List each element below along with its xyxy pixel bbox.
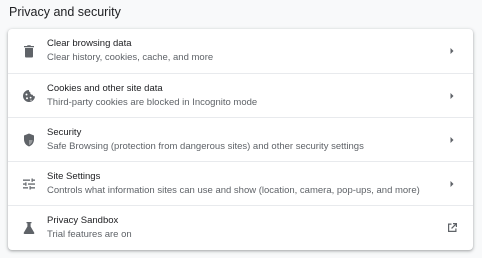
row-label: Security — [47, 127, 82, 138]
chevron-right-icon[interactable] — [448, 91, 456, 101]
cookies-site-data-row[interactable]: Cookies and other site data Third-party … — [8, 73, 473, 117]
row-label: Cookies and other site data — [47, 83, 163, 94]
row-label: Privacy Sandbox — [47, 215, 119, 226]
shield-icon — [21, 132, 37, 148]
trash-icon — [21, 43, 37, 59]
row-description: Safe Browsing (protection from dangerous… — [47, 141, 364, 152]
row-description: Clear history, cookies, cache, and more — [47, 52, 214, 63]
privacy-security-card: Clear browsing data Clear history, cooki… — [8, 29, 473, 250]
clear-browsing-data-row[interactable]: Clear browsing data Clear history, cooki… — [8, 29, 473, 73]
row-description: Trial features are on — [47, 229, 132, 240]
tune-icon — [21, 176, 37, 192]
chevron-right-icon[interactable] — [448, 135, 456, 145]
flask-icon — [21, 220, 37, 236]
row-description: Third-party cookies are blocked in Incog… — [47, 97, 258, 108]
open-in-new-icon[interactable] — [446, 221, 459, 234]
row-label: Clear browsing data — [47, 38, 132, 49]
chevron-right-icon[interactable] — [448, 179, 456, 189]
chevron-right-icon[interactable] — [448, 46, 456, 56]
cookie-icon — [21, 88, 37, 104]
privacy-sandbox-row[interactable]: Privacy Sandbox Trial features are on — [8, 205, 473, 249]
security-row[interactable]: Security Safe Browsing (protection from … — [8, 117, 473, 161]
row-description: Controls what information sites can use … — [47, 185, 420, 196]
row-label: Site Settings — [47, 171, 101, 182]
section-title: Privacy and security — [9, 5, 121, 19]
site-settings-row[interactable]: Site Settings Controls what information … — [8, 161, 473, 205]
